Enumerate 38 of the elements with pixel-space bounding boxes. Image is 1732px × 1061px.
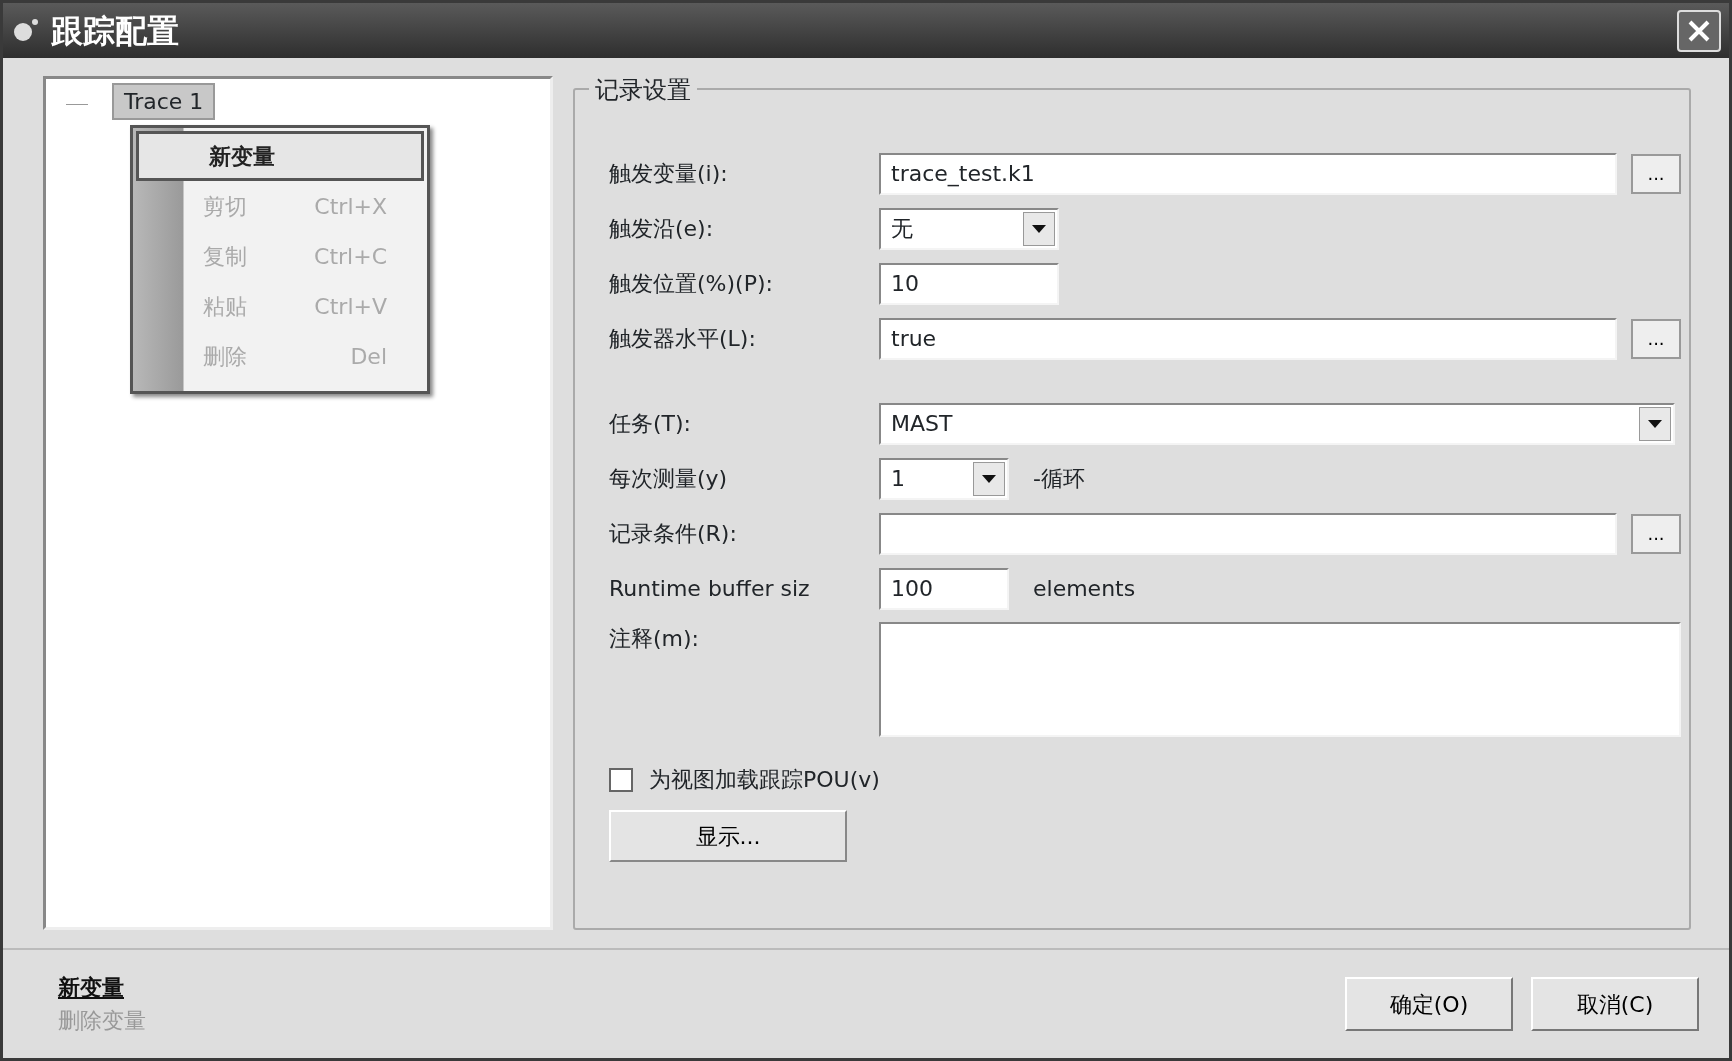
- input-field[interactable]: 100: [879, 567, 1009, 610]
- tree-item[interactable]: Trace 1: [112, 83, 216, 120]
- unit-label: -循环: [1033, 465, 1085, 493]
- dropdown-arrow-icon: [1032, 224, 1046, 233]
- browse-button[interactable]: ...: [1631, 153, 1681, 194]
- checkbox[interactable]: [609, 767, 633, 792]
- input-field[interactable]: true: [879, 317, 1617, 360]
- link: 删除变量: [58, 1007, 146, 1035]
- field-label: Runtime buffer siz: [609, 575, 811, 603]
- close-icon: [1687, 18, 1711, 43]
- dialog-button[interactable]: 确定(O): [1345, 977, 1513, 1031]
- dialog-button[interactable]: 取消(C): [1531, 977, 1699, 1031]
- window-title: 跟踪配置: [51, 11, 179, 51]
- input-field[interactable]: trace_test.k1: [879, 152, 1617, 195]
- field-label: 每次测量(y): [609, 465, 729, 493]
- checkbox-label: 为视图加载跟踪POU(v): [649, 766, 880, 794]
- field-label: 注释(m):: [609, 625, 700, 653]
- dropdown[interactable]: MAST: [879, 402, 1675, 445]
- dropdown[interactable]: 无: [879, 207, 1059, 250]
- field-label: 记录条件(R):: [609, 520, 738, 548]
- dropdown-arrow-icon: [982, 474, 996, 483]
- field-label: 触发沿(e):: [609, 215, 715, 243]
- unit-label: elements: [1033, 575, 1136, 603]
- field-label: 触发位置(%)(P):: [609, 270, 774, 298]
- show-button[interactable]: 显示...: [609, 810, 847, 862]
- menu-item[interactable]: 新变量: [136, 131, 424, 181]
- browse-button[interactable]: ...: [1631, 513, 1681, 554]
- close-button[interactable]: [1677, 9, 1721, 52]
- browse-button[interactable]: ...: [1631, 318, 1681, 359]
- input-field[interactable]: [879, 512, 1617, 555]
- link[interactable]: 新变量: [58, 971, 146, 1004]
- dropdown[interactable]: 1: [879, 457, 1009, 500]
- input-field[interactable]: 10: [879, 262, 1059, 305]
- dropdown-arrow-icon: [1648, 419, 1662, 428]
- field-label: 任务(T):: [609, 410, 693, 438]
- comment-field[interactable]: [879, 622, 1681, 737]
- field-label: 触发器水平(L):: [609, 325, 757, 353]
- field-label: 触发变量(i):: [609, 160, 729, 188]
